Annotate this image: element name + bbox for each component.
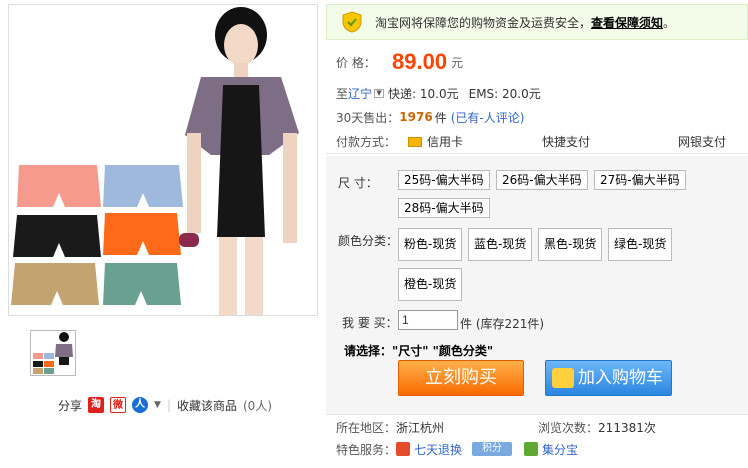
divider: | bbox=[166, 398, 171, 412]
add-to-cart-label: 加入购物车 bbox=[578, 368, 663, 388]
favorite-link[interactable]: 收藏该商品 bbox=[177, 397, 237, 414]
location-label: 所在地区： bbox=[336, 420, 397, 435]
bank-pay-method: 网银支付 bbox=[678, 135, 727, 149]
credit-card-method: 信用卡 bbox=[408, 133, 542, 150]
notice-text: 淘宝网将保障您的购物资金及运费安全， bbox=[375, 15, 592, 30]
favorite-count: (0人) bbox=[243, 398, 272, 413]
reviews-link[interactable]: (已有-人评论) bbox=[451, 109, 525, 126]
views-count: 211381次 bbox=[598, 420, 656, 435]
cart-icon bbox=[552, 368, 574, 388]
selection-prompt: 请选择："尺寸" "颜色分类" bbox=[344, 344, 494, 358]
seven-day-return-link[interactable]: 七天退换 bbox=[414, 441, 462, 458]
color-option[interactable]: 粉色-现货 bbox=[398, 228, 463, 261]
views-label: 浏览次数： bbox=[538, 420, 599, 435]
price-row: 价 格： 89.00 元 bbox=[336, 48, 463, 76]
shorts-black bbox=[13, 215, 101, 257]
chevron-down-icon[interactable]: ▼ bbox=[154, 400, 161, 410]
shipping-row: 至 辽宁 ▼ 快递: 10.0元 EMS: 20.0元 bbox=[336, 84, 541, 102]
sales-row: 30天售出： 1976 件 (已有-人评论) bbox=[336, 108, 524, 126]
payment-methods: 付款方式： 信用卡 快捷支付 网银支付 bbox=[326, 130, 748, 154]
color-option[interactable]: 黑色-现货 bbox=[538, 228, 603, 261]
price-unit: 元 bbox=[451, 55, 464, 70]
services-label: 特色服务： bbox=[336, 442, 397, 457]
jifen-badge[interactable]: 积分 bbox=[472, 442, 513, 456]
main-product-image[interactable] bbox=[8, 4, 318, 316]
express-pay-method: 快捷支付 bbox=[542, 135, 591, 149]
payment-label: 付款方式： bbox=[336, 135, 397, 149]
color-option[interactable]: 橙色-现货 bbox=[398, 268, 463, 301]
location-row: 所在地区： 浙江杭州 浏览次数： 211381次 bbox=[336, 418, 656, 436]
sales-count: 1976 bbox=[399, 110, 433, 124]
chevron-down-icon[interactable]: ▼ bbox=[374, 88, 385, 98]
size-option[interactable]: 25码-偏大半码 bbox=[398, 170, 490, 190]
color-label: 颜色分类： bbox=[338, 234, 399, 248]
add-to-cart-button[interactable]: 加入购物车 bbox=[545, 360, 672, 396]
guarantee-link[interactable]: 查看保障须知 bbox=[591, 14, 663, 31]
credit-card-label: 信用卡 bbox=[427, 135, 464, 149]
notice-end: 。 bbox=[663, 15, 676, 30]
quantity-input[interactable] bbox=[398, 310, 458, 330]
shorts-orange bbox=[103, 213, 181, 255]
ems-fee: EMS: 20.0元 bbox=[468, 86, 541, 101]
shorts-khaki bbox=[11, 263, 99, 305]
shipping-prefix: 至 bbox=[336, 86, 349, 101]
size-option[interactable]: 28码-偏大半码 bbox=[398, 198, 490, 218]
color-option[interactable]: 绿色-现货 bbox=[608, 228, 673, 261]
sales-label: 30天售出： bbox=[336, 110, 400, 125]
shorts-pink bbox=[17, 165, 101, 207]
price-label: 价 格： bbox=[336, 55, 376, 70]
weibo-share-icon[interactable]: 微 bbox=[110, 397, 127, 413]
shorts-blue bbox=[103, 165, 183, 207]
color-option[interactable]: 蓝色-现货 bbox=[468, 228, 533, 261]
size-option[interactable]: 26码-偏大半码 bbox=[496, 170, 588, 190]
guarantee-notice: 淘宝网将保障您的购物资金及运费安全， 查看保障须知 。 bbox=[326, 4, 748, 40]
sku-options-panel: 尺 寸： 25码-偏大半码 26码-偏大半码 27码-偏大半码 28码-偏大半码… bbox=[326, 156, 748, 414]
quantity-label: 我 要 买： bbox=[342, 316, 398, 330]
divider bbox=[326, 414, 748, 415]
taobao-share-icon[interactable]: 淘 bbox=[88, 397, 105, 413]
size-label: 尺 寸： bbox=[338, 176, 378, 190]
share-label: 分享 bbox=[58, 398, 83, 413]
renren-share-icon[interactable]: 人 bbox=[132, 397, 149, 413]
model-figure bbox=[179, 7, 299, 315]
size-option[interactable]: 27码-偏大半码 bbox=[594, 170, 686, 190]
sales-unit: 件 bbox=[434, 110, 447, 125]
price-value: 89.00 bbox=[392, 49, 448, 74]
services-row: 特色服务： 七天退换 积分 集分宝 bbox=[336, 440, 578, 458]
region-select[interactable]: 辽宁 bbox=[348, 85, 372, 102]
shield-icon bbox=[342, 11, 362, 33]
location-value: 浙江杭州 bbox=[396, 420, 445, 435]
credit-card-icon bbox=[408, 136, 422, 147]
product-info-panel: 淘宝网将保障您的购物资金及运费安全， 查看保障须知 。 价 格： 89.00 元… bbox=[326, 4, 748, 468]
shorts-green bbox=[103, 263, 181, 305]
jifenbao-icon bbox=[524, 442, 539, 456]
thumbnail-image[interactable] bbox=[30, 330, 76, 376]
seven-day-return-icon bbox=[396, 442, 411, 456]
express-fee: 快递: 10.0元 bbox=[388, 86, 459, 101]
jifenbao-link[interactable]: 集分宝 bbox=[542, 441, 578, 458]
share-row: 分享 淘 微 人 ▼ | 收藏该商品 (0人) bbox=[58, 396, 272, 414]
stock-text: 件 (库存221件) bbox=[460, 317, 545, 331]
buy-now-button[interactable]: 立刻购买 bbox=[398, 360, 524, 396]
